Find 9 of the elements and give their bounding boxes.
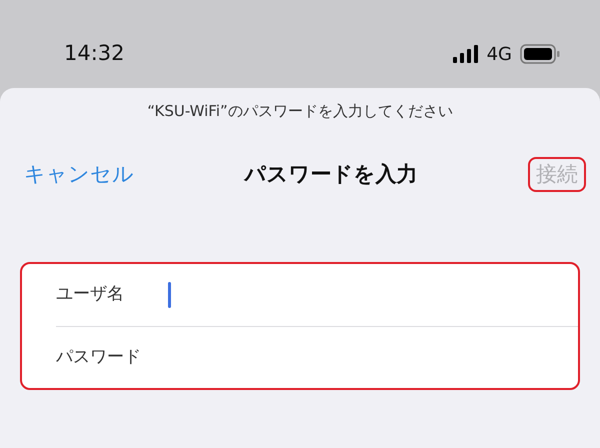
network-type: 4G bbox=[486, 42, 512, 66]
prompt-text: “KSU-WiFi”のパスワードを入力してください bbox=[146, 101, 454, 122]
field-label: パスワード bbox=[56, 346, 142, 369]
field-label: ユーザ名 bbox=[56, 283, 125, 306]
signal-icon bbox=[452, 45, 479, 63]
clock-time: 14:32 bbox=[64, 40, 125, 68]
screen-title: パスワードを入力 bbox=[244, 160, 418, 188]
battery-icon bbox=[520, 44, 560, 64]
cancel-button[interactable]: キャンセル bbox=[24, 158, 134, 190]
